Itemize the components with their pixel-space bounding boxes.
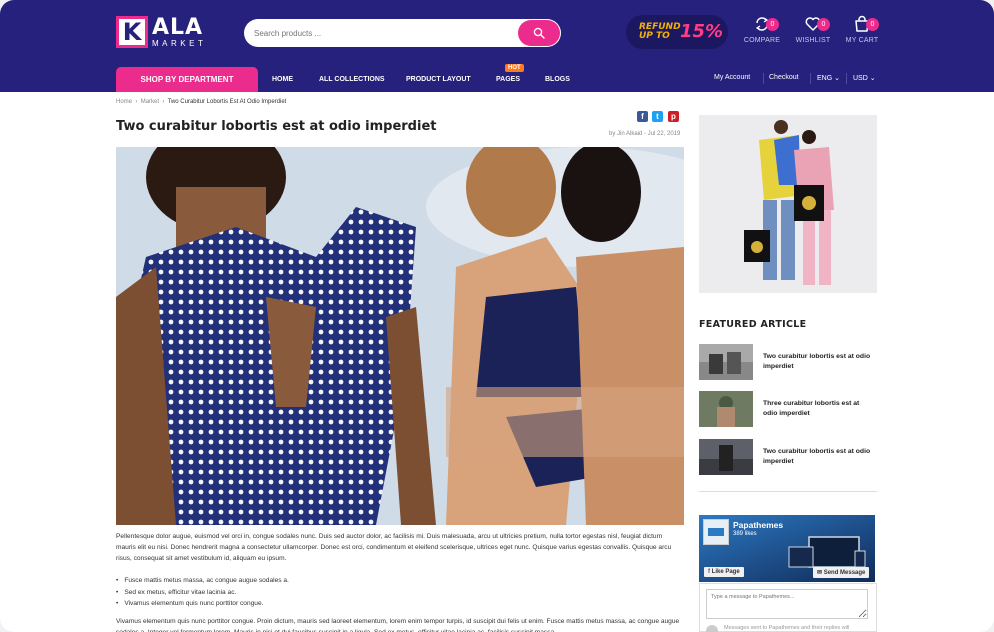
facebook-page-widget: Papathemes 389 likes f Like Page ✉ Send … [699,515,875,582]
twitter-share-icon[interactable]: t [652,111,663,122]
language-value: ENG [817,75,833,82]
facebook-message-input[interactable] [706,589,868,619]
cart-count: 0 [866,18,879,31]
search-input[interactable] [254,23,504,43]
search-icon [533,27,545,39]
nav-blogs[interactable]: BLOGS [545,76,570,83]
featured-article-title[interactable]: Two curabitur lobortis est at odio imper… [763,447,875,467]
cart-label: MY CART [845,37,879,44]
sidebar-divider [699,491,877,492]
shop-by-department-button[interactable]: SHOP BY DEPARTMENT [116,67,258,92]
search-button[interactable] [518,20,560,46]
sidebar-banner-image[interactable] [699,115,877,293]
breadcrumb-home[interactable]: Home [116,99,132,105]
compare-label: COMPARE [743,37,781,44]
article-hero-image [116,147,684,525]
facebook-share-icon[interactable]: f [637,111,648,122]
wishlist-link[interactable]: 0 WISHLIST [788,15,838,44]
featured-article-thumb[interactable] [699,391,753,427]
list-item: Vivamus elementum quis nunc porttitor co… [116,598,289,610]
logo[interactable]: K ALA MARKET [116,15,206,49]
facebook-page-name[interactable]: Papathemes [733,520,783,530]
refund-promo-banner[interactable]: REFUND UP TO 15% [626,15,728,49]
compare-count: 0 [766,18,779,31]
page: K ALA MARKET REFUND UP TO 15% 0 COMPARE … [0,0,994,632]
wishlist-label: WISHLIST [795,37,831,44]
featured-article-title[interactable]: Three curabitur lobortis est at odio imp… [763,399,875,419]
featured-article-thumb[interactable] [699,439,753,475]
breadcrumb-current: Two Curabitur Lobortis Est At Odio Imper… [167,99,287,105]
featured-article-heading: FEATURED ARTICLE [699,319,807,330]
logo-subtitle: MARKET [152,38,207,48]
logo-name: ALA [152,14,204,40]
compare-link[interactable]: 0 COMPARE [737,15,787,44]
facebook-like-page-button[interactable]: f Like Page [704,567,744,577]
hero-photo [116,147,684,525]
pinterest-share-icon[interactable]: p [668,111,679,122]
currency-select[interactable]: USD ⌄ [853,74,876,82]
breadcrumb: Home › Market › Two Curabitur Lobortis E… [116,99,287,105]
send-message-label: Send Message [823,570,866,576]
refund-percent: 15% [680,21,724,42]
currency-value: USD [853,75,868,82]
list-item: Sed ex metus, efficitur vitae lacinia ac… [116,587,289,599]
banner-photo [699,115,877,293]
chevron-down-icon: ⌄ [834,75,840,82]
article-byline: by Jin Alkaid - Jul 22, 2019 [609,131,681,137]
article-title: Two curabitur lobortis est at odio imper… [116,119,437,134]
info-icon [706,625,718,632]
article-paragraph-2: Vivamus elementum quis nunc porttitor co… [116,618,680,632]
list-item: Fusce mattis metus massa, ac congue augu… [116,575,289,587]
like-page-label: Like Page [711,569,740,575]
facebook-page-avatar [703,519,729,545]
nav-pages[interactable]: PAGES [496,76,520,83]
breadcrumb-market[interactable]: Market [141,99,159,105]
my-account-link[interactable]: My Account [714,74,750,81]
checkout-link[interactable]: Checkout [769,74,799,81]
search-bar [244,19,561,47]
message-icon: ✉ [817,570,823,576]
article-paragraph-1: Pellentesque dolor augue, euismod vel or… [116,533,672,562]
hot-badge: HOT [505,64,524,72]
wishlist-count: 0 [817,18,830,31]
refund-text: REFUND UP TO [639,22,681,41]
featured-article-title[interactable]: Two curabitur lobortis est at odio imper… [763,352,875,372]
language-select[interactable]: ENG ⌄ [817,74,840,82]
nav-product-layout[interactable]: PRODUCT LAYOUT [406,76,471,83]
nav-all-collections[interactable]: ALL COLLECTIONS [319,76,385,83]
nav-home[interactable]: HOME [272,76,293,83]
facebook-send-message-button[interactable]: ✉ Send Message [813,567,870,578]
facebook-message-note: Messages sent to Papathemes and their re… [724,625,850,631]
chevron-down-icon: ⌄ [869,75,876,82]
facebook-like-count: 389 likes [733,531,757,537]
article-bullet-list: Fusce mattis metus massa, ac congue augu… [116,575,289,610]
facebook-icon: f [708,569,710,575]
logo-mark: K [116,16,148,48]
featured-article-thumb[interactable] [699,344,753,380]
cart-link[interactable]: 0 MY CART [837,15,887,44]
